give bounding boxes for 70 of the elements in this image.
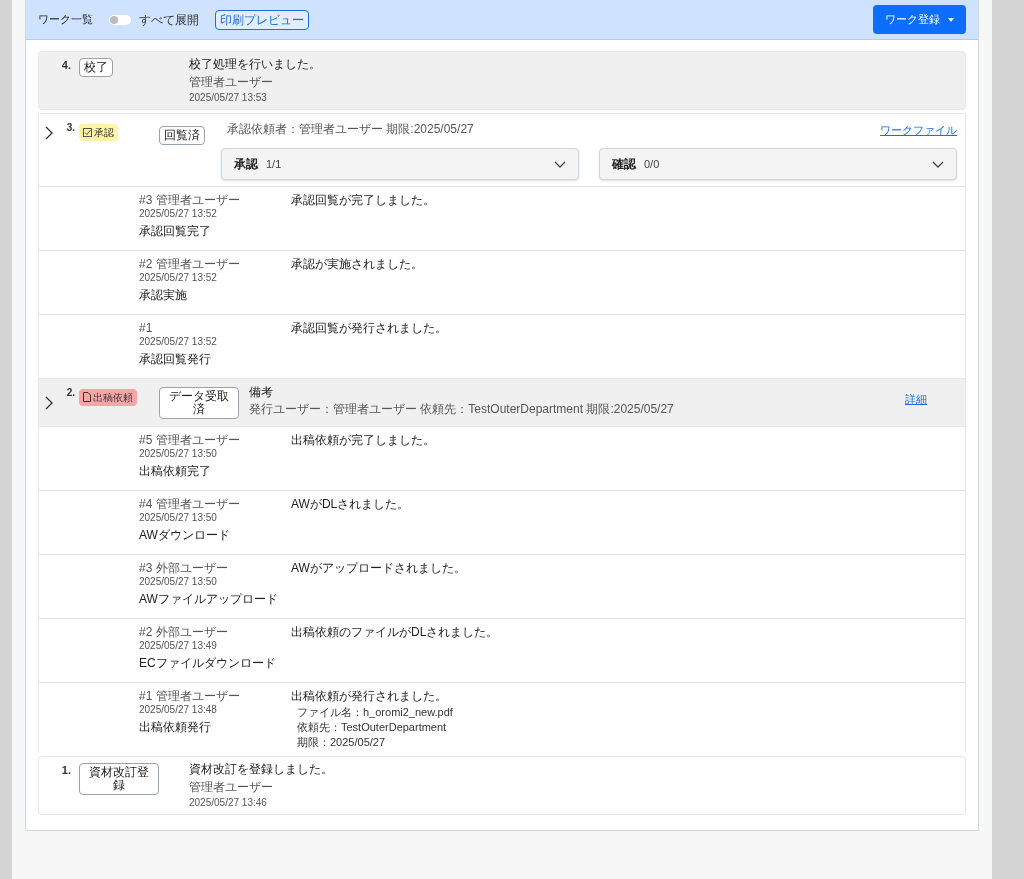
status-button[interactable]: 回覧済 [159,126,205,145]
detail-link[interactable]: 詳細 [905,391,927,408]
history-action: 出稿依頼完了 [139,463,212,479]
history-author: #5 管理者ユーザー [139,433,241,447]
history-author: #2 外部ユーザー [139,625,229,639]
history-datetime: 2025/05/27 13:48 [139,703,218,716]
document-icon [83,392,91,402]
history-action: 承認回覧発行 [139,351,212,367]
history-datetime: 2025/05/27 13:50 [139,511,218,524]
history-author: #3 外部ユーザー [139,561,229,575]
history-message: 承認回覧が発行されました。 [291,321,447,336]
type-tag: 承認 [79,124,118,141]
entry-number: 3. [65,121,76,135]
history-message: AWがアップロードされました。 [291,561,466,576]
history-action: 承認回覧完了 [139,223,212,239]
chevron-down-icon [932,160,944,168]
history-message: AWがDLされました。 [291,497,410,512]
entry-user: 管理者ユーザー [189,75,274,89]
checkbox-icon [83,128,92,137]
entry-message: 校了処理を行いました。 [189,57,321,72]
status-button[interactable]: 資材改訂登録 [79,763,159,795]
expand-icon[interactable] [44,395,54,410]
history-action: AWダウンロード [139,527,231,543]
print-preview-button[interactable]: 印刷プレビュー [215,9,309,30]
history-action: ECファイルダウンロード [139,655,277,671]
entry-number: 4. [60,58,72,73]
history-datetime: 2025/05/27 13:52 [139,271,218,284]
expand-icon[interactable] [44,126,54,140]
history-detail: 依頼先：TestOuterDepartment [297,720,448,734]
history-datetime: 2025/05/27 13:52 [139,335,218,348]
entry-title: 備考 [249,385,274,400]
history-message: 承認回覧が完了しました。 [291,193,435,208]
status-button[interactable]: データ受取済 [159,387,239,419]
history-action: 承認実施 [139,287,188,303]
history-author: #2 管理者ユーザー [139,257,241,271]
history-datetime: 2025/05/27 13:49 [139,639,218,652]
history-author: #3 管理者ユーザー [139,193,241,207]
entry-datetime: 2025/05/27 13:46 [189,796,268,809]
history-datetime: 2025/05/27 13:50 [139,575,218,588]
history-message: 出稿依頼が完了しました。 [291,433,435,448]
caret-icon [948,17,954,22]
history-datetime: 2025/05/27 13:50 [139,447,218,460]
entry-info: 発行ユーザー：管理者ユーザー 依頼先：TestOuterDepartment 期限:2025/05/27 [249,402,674,416]
entry-datetime: 2025/05/27 13:53 [189,91,268,104]
chevron-down-icon [554,160,566,168]
expand-all-label: すべて展開 [139,11,199,29]
history-datetime: 2025/05/27 13:52 [139,207,218,220]
history-author: #1 管理者ユーザー [139,689,241,703]
detail-link[interactable]: ワークファイル [880,122,957,139]
entry-number: 2. [65,386,76,400]
entry-user: 管理者ユーザー [189,780,274,794]
register-button[interactable]: ワーク登録 [873,5,966,34]
history-message: 出稿依頼のファイルがDLされました。 [291,625,499,640]
history-author: #1 [139,321,154,335]
accordion-header[interactable]: 承認 1/1 [221,148,579,180]
history-detail: 期限：2025/05/27 [297,735,387,749]
entry-message: 資材改訂を登録しました。 [189,762,333,777]
type-tag: 出稿依頼 [79,388,137,406]
history-message: 出稿依頼が発行されました。 [291,689,448,704]
entry-info: 承認依頼者：管理者ユーザー 期限:2025/05/27 [227,122,474,136]
history-action: AWファイルアップロード [139,591,279,607]
history-message: 承認が実施されました。 [291,257,423,272]
accordion-header[interactable]: 確認 0/0 [599,148,957,180]
page-title: ワーク一覧 [38,12,93,28]
history-detail: ファイル名：h_oromi2_new.pdf [297,705,453,719]
entry-number: 1. [60,763,72,778]
history-author: #4 管理者ユーザー [139,497,241,511]
status-button[interactable]: 校了 [79,58,113,77]
expand-all-toggle[interactable] [109,14,131,25]
history-action: 出稿依頼発行 [139,719,212,735]
